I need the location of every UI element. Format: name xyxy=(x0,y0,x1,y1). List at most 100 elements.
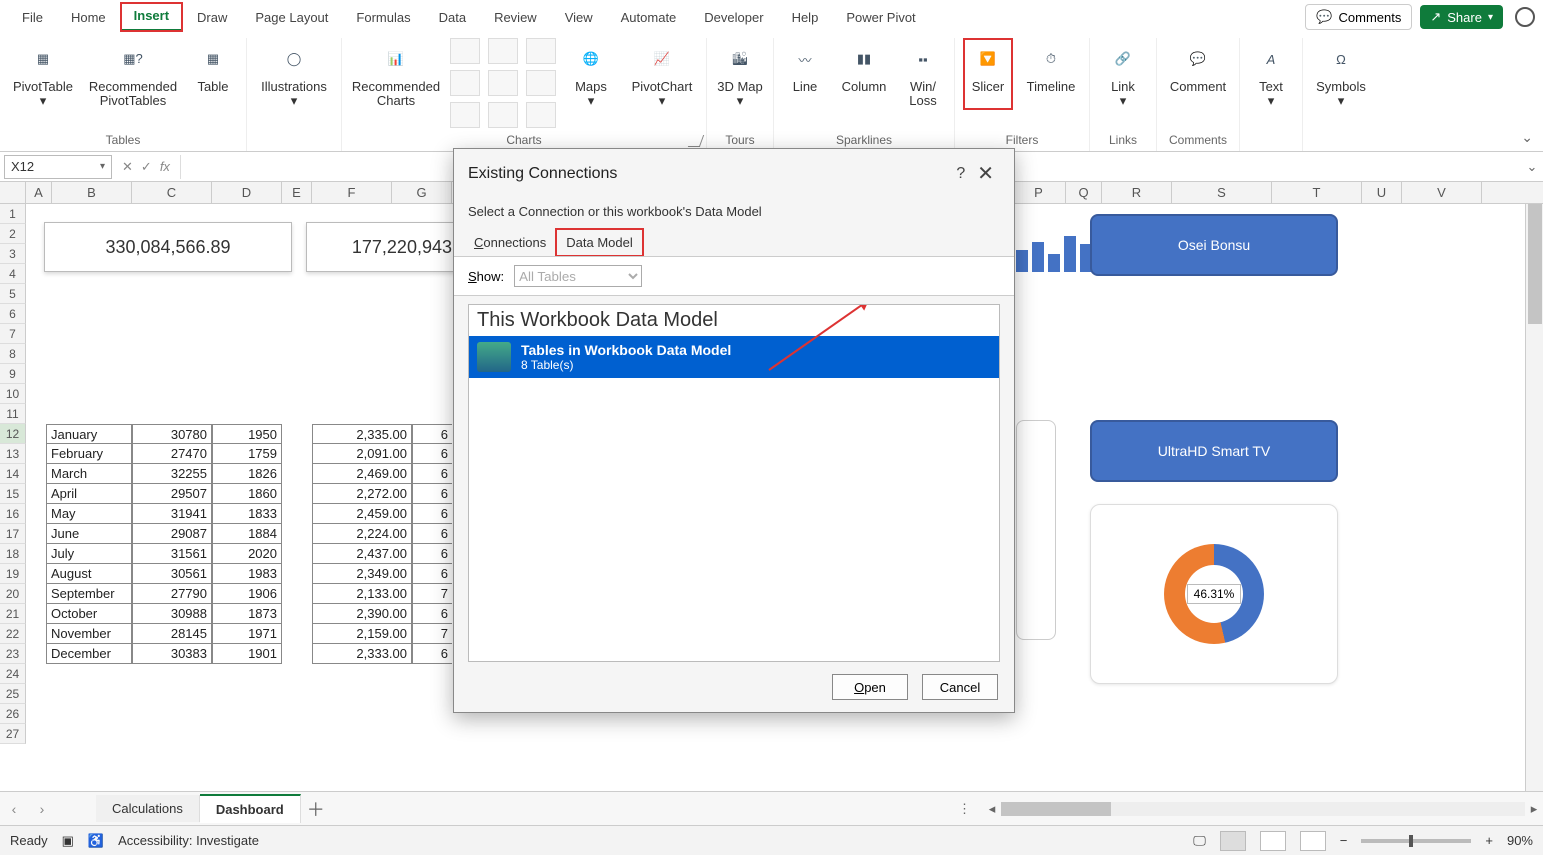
sheet-nav-prev[interactable]: ‹ xyxy=(0,801,28,817)
timeline-button[interactable]: ⏱Timeline xyxy=(1021,38,1081,110)
table-cell[interactable]: 7 xyxy=(412,624,452,644)
tab-power-pivot[interactable]: Power Pivot xyxy=(832,4,929,31)
table-cell[interactable]: 2,335.00 xyxy=(312,424,412,444)
row-25[interactable]: 25 xyxy=(0,684,26,704)
table-cell[interactable]: 6 xyxy=(412,544,452,564)
tab-view[interactable]: View xyxy=(551,4,607,31)
table-cell[interactable]: 2,224.00 xyxy=(312,524,412,544)
row-9[interactable]: 9 xyxy=(0,364,26,384)
col-G[interactable]: G xyxy=(392,182,452,203)
map3d-button[interactable]: 🏙3D Map▾ xyxy=(715,38,765,110)
table-cell[interactable]: 1873 xyxy=(212,604,282,624)
fx-icon[interactable]: fx xyxy=(160,159,170,174)
table-cell[interactable]: January xyxy=(46,424,132,444)
table-cell[interactable]: 29507 xyxy=(132,484,212,504)
row-26[interactable]: 26 xyxy=(0,704,26,724)
comment-button[interactable]: 💬Comment xyxy=(1165,38,1231,110)
slicer-button[interactable]: 🔽Slicer xyxy=(963,38,1013,110)
col-D[interactable]: D xyxy=(212,182,282,203)
tab-home[interactable]: Home xyxy=(57,4,120,31)
row-3[interactable]: 3 xyxy=(0,244,26,264)
col-U[interactable]: U xyxy=(1362,182,1402,203)
zoom-in[interactable]: + xyxy=(1485,833,1493,848)
row-22[interactable]: 22 xyxy=(0,624,26,644)
row-17[interactable]: 17 xyxy=(0,524,26,544)
row-13[interactable]: 13 xyxy=(0,444,26,464)
table-cell[interactable]: 6 xyxy=(412,524,452,544)
table-cell[interactable]: 2,159.00 xyxy=(312,624,412,644)
macro-icon[interactable]: ▣ xyxy=(62,833,74,849)
enter-formula-icon[interactable]: ✓ xyxy=(141,159,152,175)
zoom-slider[interactable] xyxy=(1361,839,1471,843)
row-11[interactable]: 11 xyxy=(0,404,26,424)
table-cell[interactable]: April xyxy=(46,484,132,504)
col-V[interactable]: V xyxy=(1402,182,1482,203)
table-cell[interactable]: September xyxy=(46,584,132,604)
table-cell[interactable]: 32255 xyxy=(132,464,212,484)
add-sheet-button[interactable]: ＋ xyxy=(301,796,331,822)
table-cell[interactable]: 1826 xyxy=(212,464,282,484)
table-cell[interactable]: 6 xyxy=(412,444,452,464)
table-cell[interactable]: 30383 xyxy=(132,644,212,664)
link-button[interactable]: 🔗Link▾ xyxy=(1098,38,1148,110)
row-16[interactable]: 16 xyxy=(0,504,26,524)
col-P[interactable]: P xyxy=(1012,182,1066,203)
table-cell[interactable]: 1884 xyxy=(212,524,282,544)
table-cell[interactable]: 1950 xyxy=(212,424,282,444)
formula-expand-button[interactable]: ⌄ xyxy=(1521,159,1543,175)
table-cell[interactable]: August xyxy=(46,564,132,584)
table-cell[interactable]: 1983 xyxy=(212,564,282,584)
recommended-charts-button[interactable]: 📊Recommended Charts xyxy=(350,38,442,110)
tab-help[interactable]: Help xyxy=(778,4,833,31)
table-cell[interactable]: June xyxy=(46,524,132,544)
col-E[interactable]: E xyxy=(282,182,312,203)
sheet-dashboard[interactable]: Dashboard xyxy=(200,794,301,823)
table-cell[interactable]: 1901 xyxy=(212,644,282,664)
sheet-options[interactable]: ⋮ xyxy=(946,801,983,817)
maps-button[interactable]: 🌐Maps▾ xyxy=(564,38,618,110)
table-cell[interactable]: December xyxy=(46,644,132,664)
sparkline-line-button[interactable]: 〰Line xyxy=(782,38,828,110)
table-cell[interactable]: 6 xyxy=(412,604,452,624)
row-14[interactable]: 14 xyxy=(0,464,26,484)
comments-button[interactable]: 💬 Comments xyxy=(1305,4,1412,30)
col-S[interactable]: S xyxy=(1172,182,1272,203)
table-cell[interactable]: 2,469.00 xyxy=(312,464,412,484)
table-cell[interactable]: October xyxy=(46,604,132,624)
row-10[interactable]: 10 xyxy=(0,384,26,404)
row-6[interactable]: 6 xyxy=(0,304,26,324)
table-cell[interactable]: 30561 xyxy=(132,564,212,584)
symbols-button[interactable]: ΩSymbols▾ xyxy=(1311,38,1371,110)
table-cell[interactable]: 2020 xyxy=(212,544,282,564)
row-7[interactable]: 7 xyxy=(0,324,26,344)
col-R[interactable]: R xyxy=(1102,182,1172,203)
slicer-button-osei[interactable]: Osei Bonsu xyxy=(1090,214,1338,276)
col-C[interactable]: C xyxy=(132,182,212,203)
zoom-out[interactable]: − xyxy=(1340,833,1348,848)
table-cell[interactable]: May xyxy=(46,504,132,524)
accessibility-icon[interactable]: ♿ xyxy=(88,833,104,849)
user-avatar-icon[interactable] xyxy=(1515,7,1535,27)
row-23[interactable]: 23 xyxy=(0,644,26,664)
table-cell[interactable]: November xyxy=(46,624,132,644)
table-cell[interactable]: 2,390.00 xyxy=(312,604,412,624)
row-1[interactable]: 1 xyxy=(0,204,26,224)
view-page-layout[interactable] xyxy=(1260,831,1286,851)
table-cell[interactable]: 31561 xyxy=(132,544,212,564)
col-A[interactable]: A xyxy=(26,182,52,203)
table-cell[interactable]: 2,349.00 xyxy=(312,564,412,584)
help-icon[interactable]: ? xyxy=(950,163,971,185)
tab-connections[interactable]: Connections xyxy=(464,229,556,256)
illustrations-button[interactable]: ◯Illustrations▾ xyxy=(255,38,333,110)
chart-type-grid[interactable] xyxy=(450,38,480,128)
table-cell[interactable]: 31941 xyxy=(132,504,212,524)
table-cell[interactable]: 6 xyxy=(412,424,452,444)
table-cell[interactable]: 1759 xyxy=(212,444,282,464)
tab-file[interactable]: File xyxy=(8,4,57,31)
table-cell[interactable]: 1833 xyxy=(212,504,282,524)
tab-draw[interactable]: Draw xyxy=(183,4,241,31)
view-normal[interactable] xyxy=(1220,831,1246,851)
row-2[interactable]: 2 xyxy=(0,224,26,244)
row-15[interactable]: 15 xyxy=(0,484,26,504)
horizontal-scrollbar[interactable]: ◂▸ xyxy=(983,800,1543,818)
